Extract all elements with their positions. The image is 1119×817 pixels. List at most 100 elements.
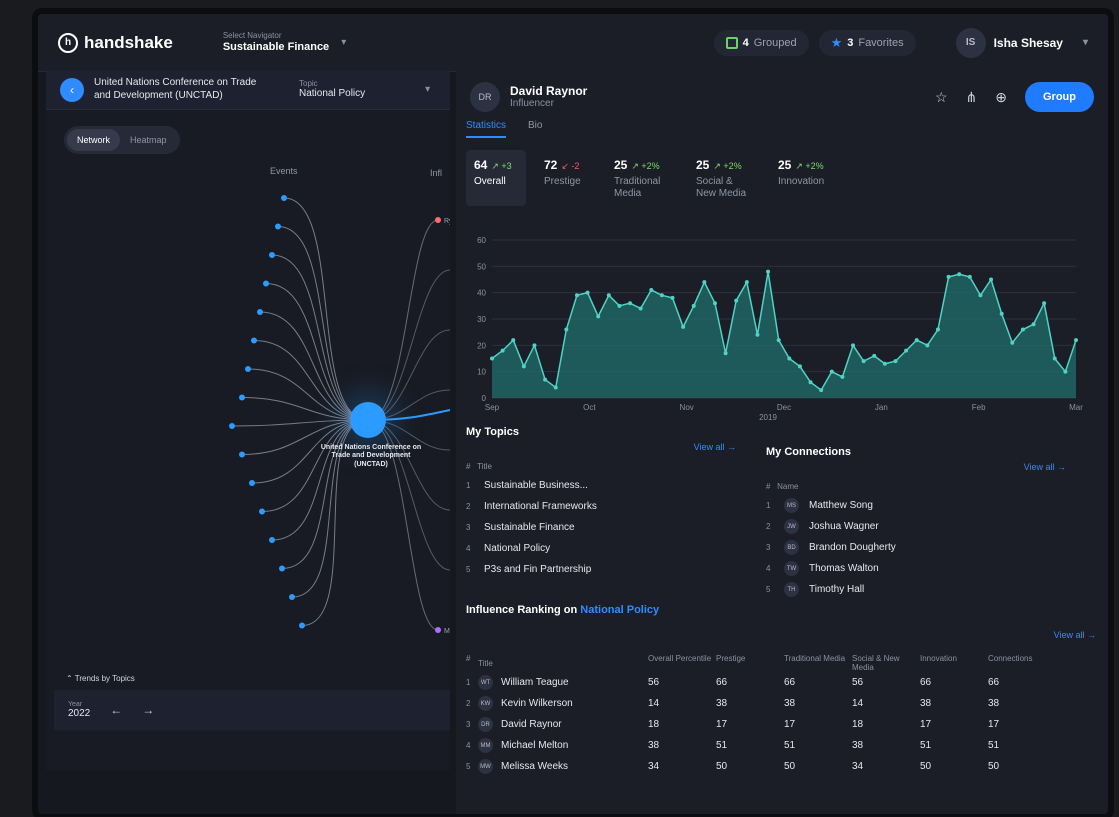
stat-social-media[interactable]: 25 ↗ +2% Social & New Media [688, 150, 760, 206]
center-org-node[interactable] [350, 402, 386, 438]
data-point [712, 301, 717, 306]
grouped-pill[interactable]: 4 Grouped [713, 29, 809, 56]
table-row[interactable]: 3 DR David Raynor 18 17 17 18 17 17 [466, 714, 1096, 735]
user-menu[interactable]: IS Isha Shesay ▾ [955, 27, 1088, 58]
logo[interactable]: h handshake [58, 32, 173, 53]
share-icon[interactable]: ⋔ [966, 89, 978, 106]
arrow-left-icon[interactable]: ← [110, 703, 122, 717]
star-outline-icon[interactable]: ☆ [935, 89, 948, 106]
data-point [670, 295, 675, 300]
topics-view-all-link[interactable]: View all → [694, 442, 736, 452]
table-cell: 18 [648, 719, 660, 730]
favorites-pill[interactable]: ★ 3 Favorites [818, 29, 916, 56]
row-index: 2 [766, 522, 771, 531]
data-point [957, 272, 962, 277]
avatar: KW [478, 696, 493, 711]
add-circle-icon[interactable]: ⊕ [995, 89, 1007, 106]
column-header: Traditional Media [784, 654, 846, 663]
data-point [606, 293, 611, 298]
stat-traditional-media[interactable]: 25 ↗ +2% Traditional Media [606, 150, 678, 206]
navigator-select[interactable]: Select Navigator Sustainable Finance [222, 31, 329, 53]
navigator-label: Select Navigator [222, 31, 282, 41]
y-tick-label: 0 [482, 394, 487, 403]
table-cell: 56 [648, 677, 660, 688]
year-select[interactable]: Year 2022 [68, 701, 90, 719]
event-node [251, 337, 257, 344]
data-point [691, 303, 696, 308]
list-item[interactable]: 4 National Policy [466, 538, 736, 559]
row-index: 2 [466, 699, 471, 708]
trends-label: Trends by Topics [74, 674, 135, 683]
avatar: DR [478, 717, 493, 732]
data-point [925, 343, 930, 348]
connections-view-all-link[interactable]: View all → [1024, 462, 1066, 472]
list-item[interactable]: 4 TW Thomas Walton [766, 558, 1066, 579]
arrow-right-icon[interactable]: → [142, 703, 154, 717]
ranking-view-all-link[interactable]: View all → [1054, 630, 1096, 640]
data-point [617, 303, 622, 308]
stat-overall[interactable]: 64 ↗ +3 Overall [466, 150, 526, 206]
chevron-down-icon[interactable]: ▾ [341, 37, 346, 48]
data-point [755, 332, 760, 337]
stat-prestige[interactable]: 72 ↙ -2 Prestige [536, 150, 596, 206]
table-cell: 34 [852, 761, 864, 772]
table-row[interactable]: 5 MW Melissa Weeks 34 50 50 34 50 50 [466, 756, 1096, 777]
list-item[interactable]: 5 P3s and Fin Partnership [466, 559, 736, 580]
col-index: # [766, 482, 771, 491]
x-tick-label: Dec [777, 403, 791, 412]
stat-delta: ↗ +2% [631, 161, 660, 171]
table-row[interactable]: 4 MM Michael Melton 38 51 51 38 51 51 [466, 735, 1096, 756]
table-cell: 14 [648, 698, 660, 709]
stat-value: 72 [544, 158, 558, 172]
table-cell: 14 [852, 698, 864, 709]
row-index: 4 [466, 544, 471, 553]
network-graph: Ryan Mich [229, 195, 450, 635]
stat-value: 25 [614, 158, 628, 172]
influencer-label: Ryan [444, 218, 450, 225]
column-header: Prestige [716, 654, 746, 663]
list-item[interactable]: 1 MS Matthew Song [766, 495, 1066, 516]
list-item[interactable]: 3 Sustainable Finance [466, 517, 736, 538]
influence-ranking: Influence Ranking on National Policy Vie… [466, 604, 1096, 777]
column-header: Social & New Media [852, 654, 900, 672]
data-point [638, 306, 643, 311]
table-cell: 17 [784, 719, 796, 730]
y-tick-label: 20 [477, 341, 486, 350]
data-point [935, 327, 940, 332]
trends-toggle[interactable]: ⌃ Trends by Topics [66, 674, 135, 683]
stat-delta: ↗ +2% [795, 161, 824, 171]
ranking-topic-link[interactable]: National Policy [580, 604, 659, 616]
row-index: 1 [766, 501, 771, 510]
list-item[interactable]: 2 International Frameworks [466, 496, 736, 517]
connection-name: Thomas Walton [809, 563, 879, 574]
row-index: 3 [466, 523, 471, 532]
event-node [229, 423, 235, 429]
row-index: 5 [466, 762, 471, 771]
table-row[interactable]: 2 KW Kevin Wilkerson 14 38 38 14 38 38 [466, 693, 1096, 714]
list-item[interactable]: 5 TH Timothy Hall [766, 579, 1066, 600]
avatar: BD [784, 540, 799, 555]
event-node [299, 622, 305, 629]
table-cell: 38 [852, 740, 864, 751]
data-point [808, 380, 813, 385]
star-icon: ★ [830, 34, 843, 50]
tab-statistics[interactable]: Statistics [466, 120, 507, 138]
ranking-title: Influence Ranking on National Policy [466, 604, 1096, 616]
list-item[interactable]: 3 BD Brandon Dougherty [766, 537, 1066, 558]
stat-innovation[interactable]: 25 ↗ +2% Innovation [770, 150, 832, 206]
stats-row: 64 ↗ +3 Overall 72 ↙ -2 Prestige 25 ↗ +2% Trad… [456, 138, 1108, 206]
stat-name: Prestige [544, 176, 581, 187]
list-item[interactable]: 2 JW Joshua Wagner [766, 516, 1066, 537]
group-button[interactable]: Group [1025, 82, 1094, 112]
y-tick-label: 30 [477, 315, 486, 324]
data-point [1031, 322, 1036, 327]
table-cell: 34 [648, 761, 660, 772]
table-row[interactable]: 1 WT William Teague 56 66 66 56 66 66 [466, 672, 1096, 693]
data-point [521, 364, 526, 369]
list-item[interactable]: 1 Sustainable Business... [466, 475, 736, 496]
data-point [1074, 338, 1078, 343]
data-point [1042, 301, 1047, 306]
tab-bio[interactable]: Bio [528, 120, 542, 138]
timeline-bar: Year 2022 ← → [54, 690, 450, 730]
avatar: TH [784, 582, 799, 597]
